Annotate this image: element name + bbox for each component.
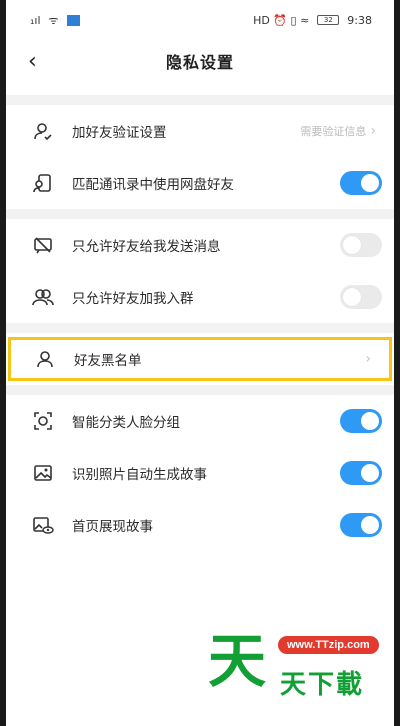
watermark-logo: 天 www.TTzip.com 天下載 xyxy=(206,628,394,702)
divider xyxy=(6,209,394,219)
back-arrow-icon[interactable]: ‹ xyxy=(28,49,37,74)
toggle-knob xyxy=(343,236,361,254)
row-friend-verification[interactable]: 加好友验证设置 需要验证信息 › xyxy=(6,105,394,157)
user-check-icon xyxy=(32,120,54,142)
row-label: 首页展现故事 xyxy=(72,519,153,535)
phone-screen: ₁ıl ᯤ HD ⏰ ▯ ≈ 32 9:38 ‹ 隐私设置 加好友验证设置 需要… xyxy=(6,0,394,726)
face-grouping-toggle[interactable] xyxy=(340,409,382,433)
photo-eye-icon xyxy=(32,514,54,536)
battery-icon: 32 xyxy=(317,15,340,25)
friends-only-group-toggle[interactable] xyxy=(340,285,382,309)
row-label: 匹配通讯录中使用网盘好友 xyxy=(72,177,234,193)
face-scan-icon xyxy=(32,410,54,432)
friends-only-message-toggle[interactable] xyxy=(340,233,382,257)
divider xyxy=(6,385,394,395)
status-bar: ₁ıl ᯤ HD ⏰ ▯ ≈ 32 9:38 xyxy=(6,0,394,40)
row-value: 需要验证信息 xyxy=(300,125,367,138)
row-label: 加好友验证设置 xyxy=(72,125,167,141)
toggle-knob xyxy=(361,412,379,430)
row-label: 识别照片自动生成故事 xyxy=(72,467,207,483)
photo-icon xyxy=(32,462,54,484)
match-contacts-toggle[interactable] xyxy=(340,171,382,195)
row-label: 智能分类人脸分组 xyxy=(72,415,180,431)
toggle-knob xyxy=(361,516,379,534)
clock: 9:38 xyxy=(347,13,372,27)
group-icon xyxy=(32,286,54,308)
row-photo-story: 识别照片自动生成故事 xyxy=(6,447,394,499)
divider xyxy=(6,323,394,333)
user-icon xyxy=(34,348,56,370)
app-notification-icon xyxy=(66,14,80,26)
watermark-big-char: 天 xyxy=(208,627,267,695)
status-left: ₁ıl ᯤ xyxy=(30,13,80,28)
watermark-url: www.TTzip.com xyxy=(278,636,379,654)
photo-story-toggle[interactable] xyxy=(340,461,382,485)
row-face-grouping: 智能分类人脸分组 xyxy=(6,395,394,447)
divider xyxy=(6,95,394,105)
chevron-right-icon: › xyxy=(365,351,371,367)
row-label: 只允许好友给我发送消息 xyxy=(72,239,221,255)
nav-bar: ‹ 隐私设置 xyxy=(6,40,394,82)
home-story-toggle[interactable] xyxy=(340,513,382,537)
row-match-contacts: 匹配通讯录中使用网盘好友 xyxy=(6,157,394,209)
row-friends-only-message: 只允许好友给我发送消息 xyxy=(6,219,394,271)
row-home-story: 首页展现故事 xyxy=(6,499,394,551)
wifi-icon: ᯤ xyxy=(48,13,59,27)
status-icons: HD ⏰ ▯ ≈ xyxy=(253,13,310,27)
toggle-knob xyxy=(361,464,379,482)
status-right: HD ⏰ ▯ ≈ 32 9:38 xyxy=(253,14,372,27)
row-friends-only-group: 只允许好友加我入群 xyxy=(6,271,394,323)
signal-icon: ₁ıl xyxy=(30,13,41,27)
contacts-icon xyxy=(32,172,54,194)
watermark-name: 天下載 xyxy=(280,670,365,700)
page-title: 隐私设置 xyxy=(165,53,234,72)
toggle-knob xyxy=(361,174,379,192)
row-label: 好友黑名单 xyxy=(74,353,142,369)
toggle-knob xyxy=(343,288,361,306)
message-off-icon xyxy=(32,234,54,256)
row-label: 只允许好友加我入群 xyxy=(72,291,194,307)
row-friend-blacklist[interactable]: 好友黑名单 › xyxy=(8,337,392,381)
chevron-right-icon: › xyxy=(370,123,376,139)
